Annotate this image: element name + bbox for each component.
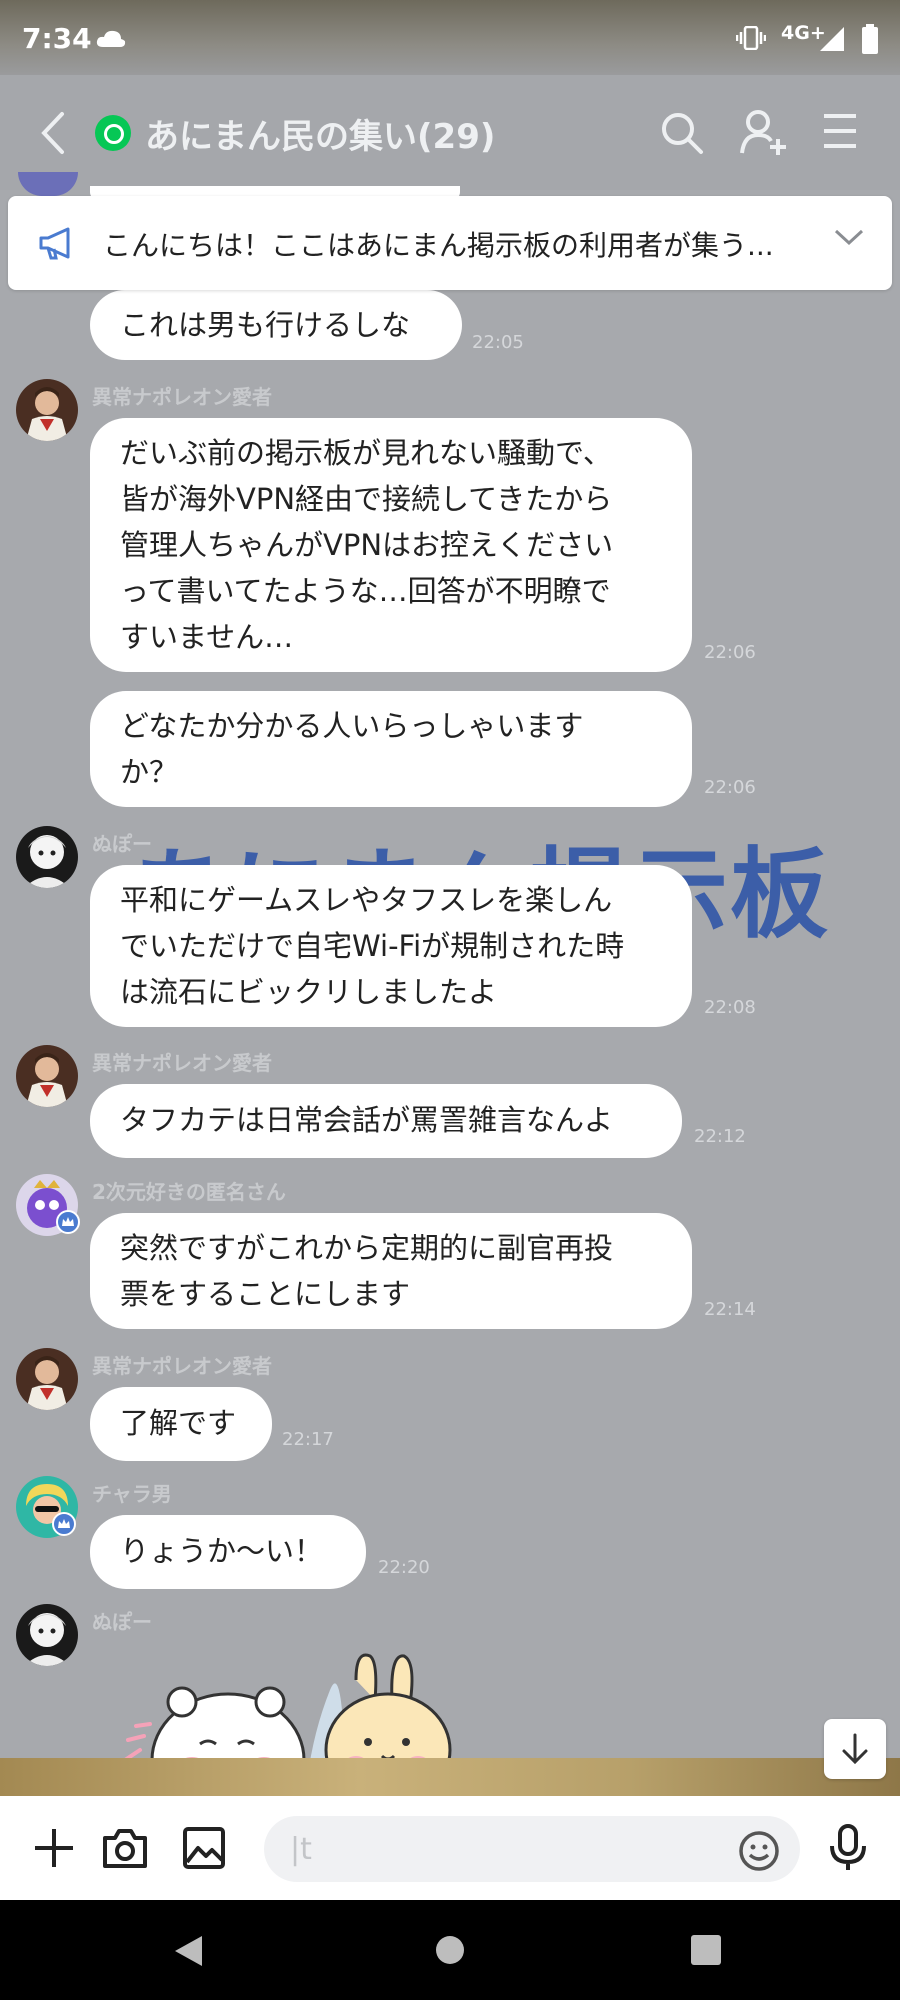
message-line: すいません… <box>120 620 294 654</box>
android-nav-bar <box>0 1900 900 2000</box>
message-time: 22:14 <box>704 1299 756 1320</box>
message-line: だいぶ前の掲示板が見れない騒動で、 <box>120 436 612 470</box>
message-bubble[interactable]: これは男も行けるしな <box>90 290 462 360</box>
message-time: 22:12 <box>694 1126 746 1147</box>
partial-avatar <box>18 172 78 196</box>
battery-icon <box>861 24 879 58</box>
megaphone-icon <box>38 226 74 264</box>
message-time: 22:08 <box>704 997 756 1018</box>
mic-icon[interactable] <box>828 1824 868 1876</box>
message-line: 了解です <box>120 1406 237 1440</box>
message-line: 平和にゲームスレやタフスレを楽しん <box>120 883 613 917</box>
nav-recents-icon[interactable] <box>690 1934 722 1970</box>
sender-name: ぬぽー <box>92 832 152 856</box>
avatar-napoleon[interactable] <box>16 1348 78 1410</box>
crown-badge-icon <box>56 1210 80 1238</box>
announcement-banner[interactable]: こんにちは！ここはあにまん掲示板の利用者が集う... <box>8 196 892 290</box>
message-bubble[interactable]: だいぶ前の掲示板が見れない騒動で、 皆が海外VPN経由で接続してきたから 管理人… <box>90 418 692 672</box>
chevron-down-icon[interactable] <box>834 228 864 250</box>
scroll-to-bottom-button[interactable] <box>824 1719 886 1779</box>
message-line: 皆が海外VPN経由で接続してきたから <box>120 482 613 516</box>
message-bubble[interactable]: タフカテは日常会話が罵詈雑言なんよ <box>90 1084 682 1158</box>
vibrate-icon <box>735 25 767 54</box>
message-time: 22:06 <box>704 777 756 798</box>
avatar-napoleon[interactable] <box>16 379 78 441</box>
message-line: 管理人ちゃんがVPNはお控えください <box>120 528 614 562</box>
message-bubble[interactable]: どなたか分かる人いらっしゃいます か？ <box>90 691 692 807</box>
message-bubble[interactable]: 突然ですがこれから定期的に副官再投 票をすることにします <box>90 1213 692 1329</box>
message-line: 突然ですがこれから定期的に副官再投 <box>120 1231 614 1265</box>
announcement-text: こんにちは！ここはあにまん掲示板の利用者が集う... <box>103 229 774 262</box>
chat-header: あにまん民の集い(29) <box>0 75 900 190</box>
message-time: 22:17 <box>282 1429 334 1450</box>
cloud-icon <box>96 30 126 52</box>
message-line: か？ <box>120 755 179 789</box>
sender-name: チャラ男 <box>92 1482 172 1506</box>
message-bubble[interactable]: 平和にゲームスレやタフスレを楽しん でいただけで自宅Wi-Fiが規制された時 は… <box>90 865 692 1027</box>
sender-name: 異常ナポレオン愛者 <box>92 1051 272 1075</box>
nav-back-icon[interactable] <box>172 1934 204 1972</box>
message-input[interactable] <box>264 1816 800 1882</box>
search-icon[interactable] <box>660 111 704 159</box>
message-time: 22:20 <box>378 1557 430 1578</box>
signal-icon <box>819 26 845 56</box>
status-time: 7:34 <box>22 22 92 55</box>
message-time: 22:06 <box>704 642 756 663</box>
back-arrow-icon[interactable] <box>40 111 66 159</box>
emoji-icon[interactable] <box>738 1830 780 1876</box>
avatar-nupo[interactable] <box>16 826 78 888</box>
plus-icon[interactable] <box>32 1826 76 1874</box>
message-bubble[interactable]: りょうか〜い！ <box>90 1515 366 1589</box>
message-bubble[interactable]: 了解です <box>90 1387 272 1461</box>
message-line: って書いてたような…回答が不明瞭で <box>120 574 611 608</box>
sender-name: ぬぽー <box>92 1610 152 1634</box>
message-line: タフカテは日常会話が罵詈雑言なんよ <box>120 1103 614 1137</box>
message-line: 票をすることにします <box>120 1277 411 1311</box>
message-line: りょうか〜い！ <box>120 1534 324 1568</box>
message-line: どなたか分かる人いらっしゃいます <box>120 709 584 743</box>
nav-home-icon[interactable] <box>434 1934 466 1970</box>
background-strip <box>0 1758 900 1796</box>
sender-name: 2次元好きの匿名さん <box>92 1180 286 1204</box>
message-line: は流石にビックリしましたよ <box>120 975 498 1009</box>
sender-name: 異常ナポレオン愛者 <box>92 385 272 409</box>
camera-icon[interactable] <box>102 1826 148 1874</box>
status-bar: 7:34 4G+ <box>0 0 900 75</box>
sender-name: 異常ナポレオン愛者 <box>92 1354 272 1378</box>
message-line: でいただけで自宅Wi-Fiが規制された時 <box>120 929 625 963</box>
image-icon[interactable] <box>182 1826 226 1874</box>
message-line: これは男も行けるしな <box>120 308 411 342</box>
message-input-bar <box>0 1796 900 1900</box>
group-icon <box>95 115 131 151</box>
message-time: 22:05 <box>472 332 524 353</box>
add-friend-icon[interactable] <box>740 109 788 159</box>
avatar-nupo[interactable] <box>16 1604 78 1666</box>
chat-title[interactable]: あにまん民の集い(29) <box>145 109 495 158</box>
crown-badge-icon <box>52 1512 76 1540</box>
menu-icon[interactable] <box>822 113 858 153</box>
avatar-napoleon[interactable] <box>16 1045 78 1107</box>
